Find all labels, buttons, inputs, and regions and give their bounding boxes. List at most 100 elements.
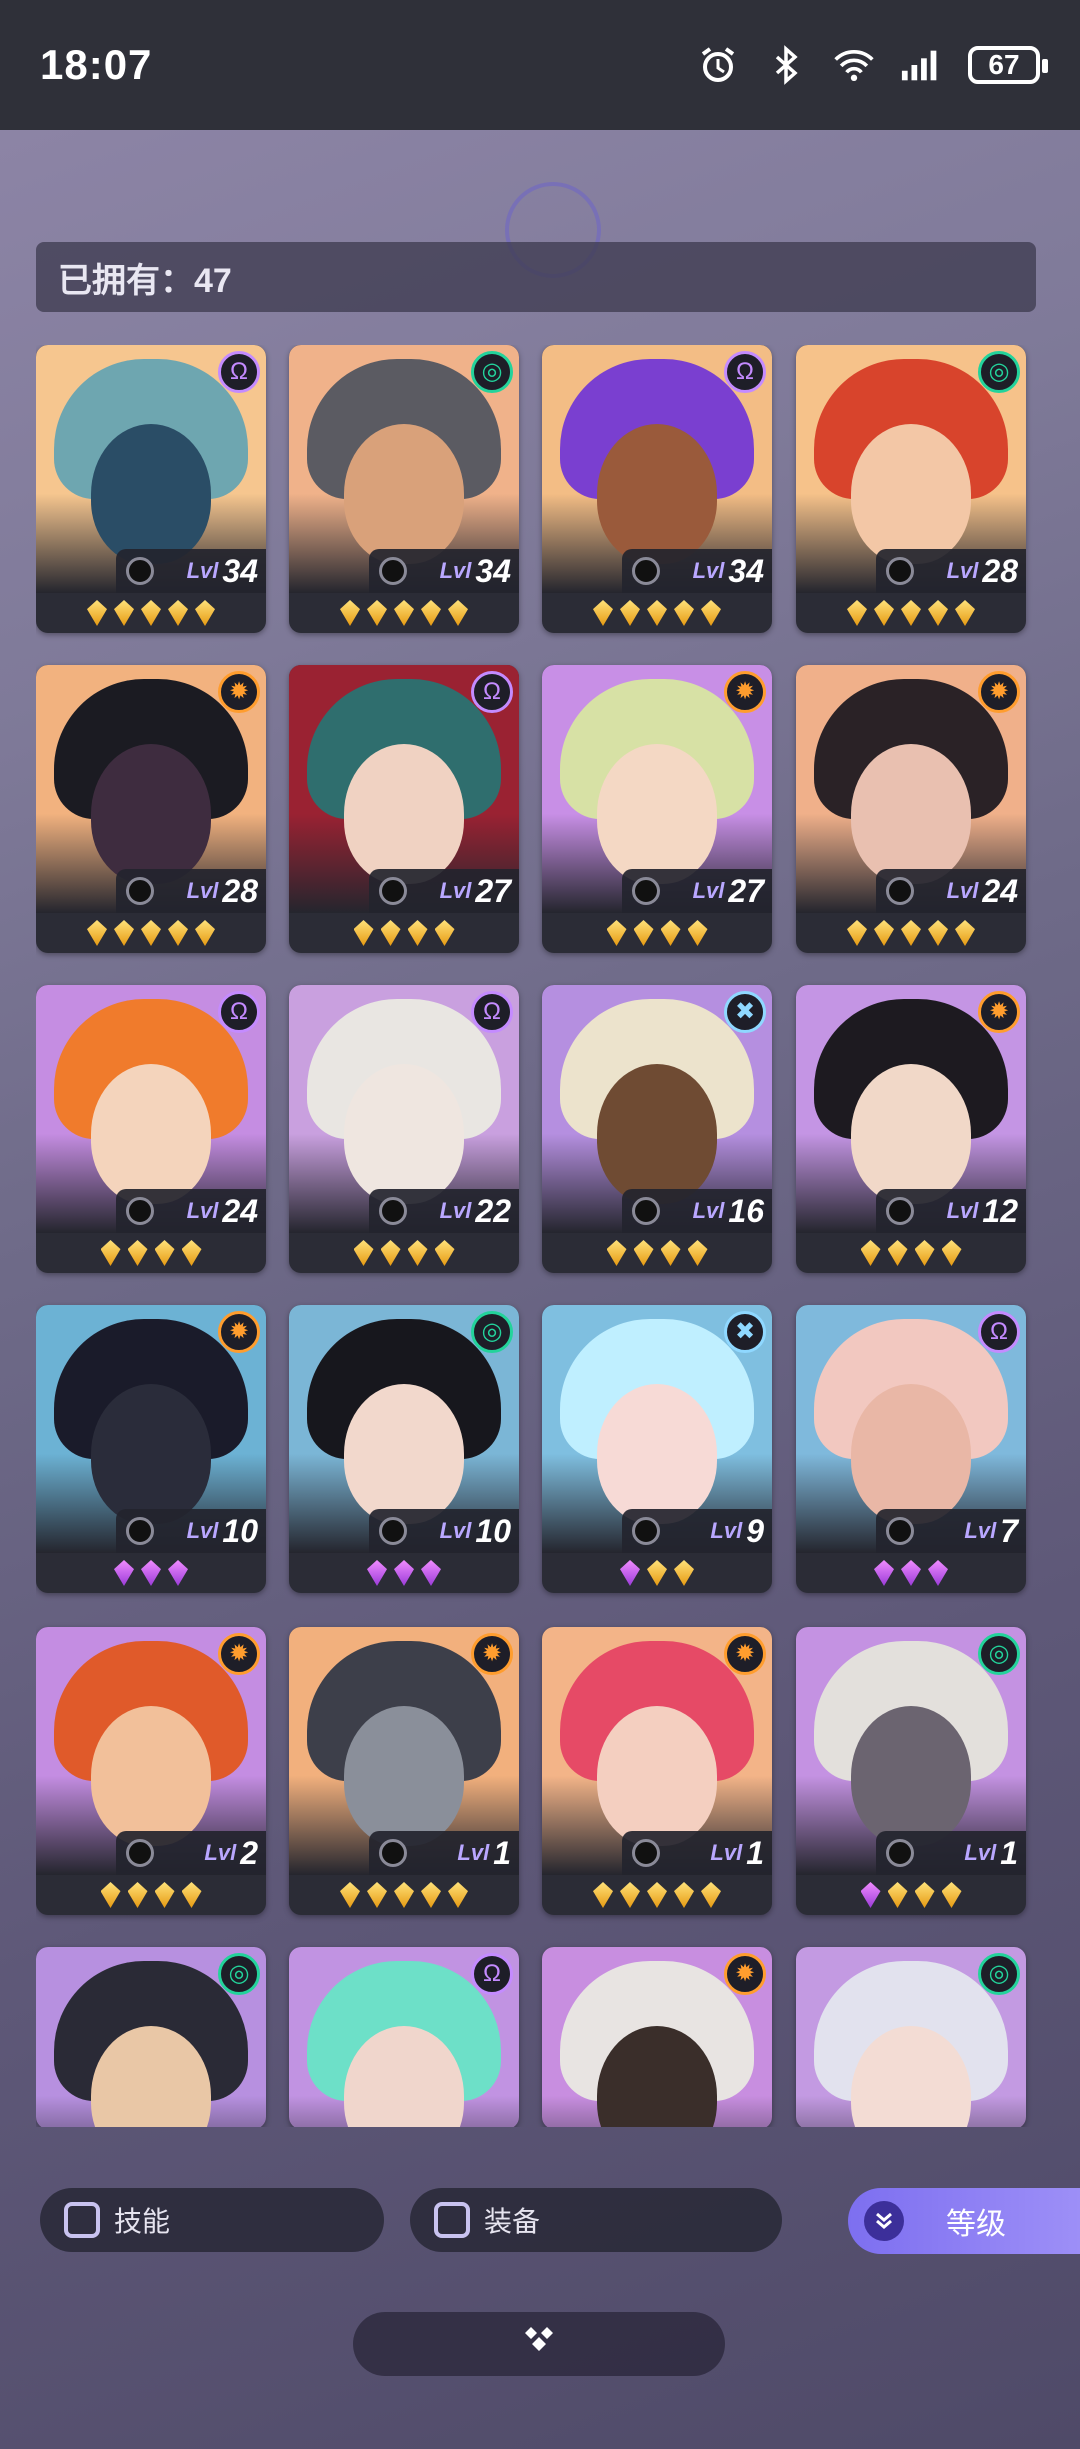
gold-gem-icon [154,1240,175,1266]
hero-card[interactable]: Ω Lvl 24 [36,985,266,1273]
hero-card[interactable]: Ω Lvl 34 [542,345,772,633]
hero-card[interactable]: ✹ Lvl 28 [36,665,266,953]
level-strip: Lvl 7 [876,1509,1026,1553]
purple-gem-icon [367,1560,387,1586]
sort-by-level-button[interactable]: 等级 [848,2188,1080,2254]
gold-gem-icon [928,920,948,946]
star-rating [36,1875,266,1915]
level-label: Lvl [946,558,979,583]
hero-card[interactable]: ✹ Lvl 12 [796,985,1026,1273]
gold-gem-icon [195,920,215,946]
level-value: 24 [222,1192,258,1229]
gold-gem-icon [874,920,894,946]
level-value: 28 [982,552,1018,589]
purple-gem-icon [168,1560,188,1586]
hero-card[interactable]: Ω [289,1947,519,2127]
level-label: Lvl [710,1518,743,1543]
hero-grid[interactable]: Ω Lvl 34 ◎ Lvl 34 Ω Lvl 34 ◎ Lvl 28 ✹ Lvl 28 Ω Lvl 27 ✹ Lvl… [36,345,1036,2127]
hero-card[interactable]: ◎ [36,1947,266,2127]
gold-gem-icon [847,920,867,946]
level-label: Lvl [692,558,725,583]
gold-gem-icon [407,920,428,946]
level-label: Lvl [457,1840,490,1865]
hero-card[interactable]: Ω Lvl 7 [796,1305,1026,1593]
level-value: 9 [746,1512,764,1549]
hero-card[interactable]: ✖ Lvl 9 [542,1305,772,1593]
star-rating [542,1875,772,1915]
gold-gem-icon [367,600,387,626]
hero-face [91,1063,211,1204]
hero-card[interactable]: ◎ [796,1947,1026,2127]
class-icon [126,877,154,905]
gold-gem-icon [127,1882,148,1908]
hero-face [597,743,717,884]
equipment-filter-toggle[interactable]: 装备 [410,2188,782,2252]
bottom-menu-button[interactable] [353,2312,725,2376]
hero-card[interactable]: Ω Lvl 27 [289,665,519,953]
hero-card[interactable]: ✹ Lvl 24 [796,665,1026,953]
level-value: 1 [746,1834,764,1871]
star-rating [796,1553,1026,1593]
hero-card[interactable]: ✹ [542,1947,772,2127]
gold-gem-icon [887,1240,908,1266]
hero-card[interactable]: ✹ Lvl 27 [542,665,772,953]
hero-card[interactable]: ✹ Lvl 2 [36,1627,266,1915]
class-icon [886,1197,914,1225]
class-icon [379,557,407,585]
gold-gem-icon [887,1882,908,1908]
hero-face [851,1705,971,1846]
gold-gem-icon [701,600,721,626]
gold-gem-icon [620,1882,640,1908]
battery-indicator: 67 [968,46,1048,84]
class-icon [632,557,660,585]
hero-card[interactable]: Ω Lvl 22 [289,985,519,1273]
orange-sun-icon: ✹ [724,1633,766,1675]
level-value: 16 [728,1192,764,1229]
gold-gem-icon [114,920,134,946]
hero-card[interactable]: ◎ Lvl 10 [289,1305,519,1593]
gold-gem-icon [367,1882,387,1908]
gold-gem-icon [633,920,654,946]
green-spiral-icon: ◎ [978,1633,1020,1675]
hero-card[interactable]: ✹ Lvl 1 [289,1627,519,1915]
star-rating [36,593,266,633]
gold-gem-icon [647,1882,667,1908]
skill-filter-toggle[interactable]: 技能 [40,2188,384,2252]
equipment-checkbox[interactable] [434,2202,470,2238]
class-icon [126,1839,154,1867]
star-rating [289,1233,519,1273]
gold-gem-icon [660,920,681,946]
gold-gem-icon [874,600,894,626]
hero-face [597,1705,717,1846]
gold-gem-icon [647,600,667,626]
hero-face [91,743,211,884]
gold-gem-icon [421,600,441,626]
hero-card[interactable]: ✹ Lvl 1 [542,1627,772,1915]
equipment-filter-label: 装备 [484,2206,541,2237]
hero-card[interactable]: ✖ Lvl 16 [542,985,772,1273]
purple-gem-icon [394,1560,414,1586]
gold-gem-icon [928,600,948,626]
alarm-icon [696,43,740,87]
hero-card[interactable]: ◎ Lvl 1 [796,1627,1026,1915]
hero-card[interactable]: ✹ Lvl 10 [36,1305,266,1593]
gold-gem-icon [914,1882,935,1908]
hero-card[interactable]: Ω Lvl 34 [36,345,266,633]
hero-face [597,423,717,564]
gold-gem-icon [687,1240,708,1266]
hero-face [344,743,464,884]
level-strip: Lvl 1 [876,1831,1026,1875]
star-rating [796,593,1026,633]
gold-gem-icon [141,920,161,946]
orange-sun-icon: ✹ [218,1311,260,1353]
owned-count-label: 已拥有：47 [58,261,232,300]
skill-checkbox[interactable] [64,2202,100,2238]
purple-gem-icon [141,1560,161,1586]
hero-card[interactable]: ◎ Lvl 34 [289,345,519,633]
star-rating [796,1233,1026,1273]
gold-gem-icon [100,1240,121,1266]
class-icon [886,1839,914,1867]
star-rating [289,1553,519,1593]
hero-card[interactable]: ◎ Lvl 28 [796,345,1026,633]
class-icon [379,1197,407,1225]
